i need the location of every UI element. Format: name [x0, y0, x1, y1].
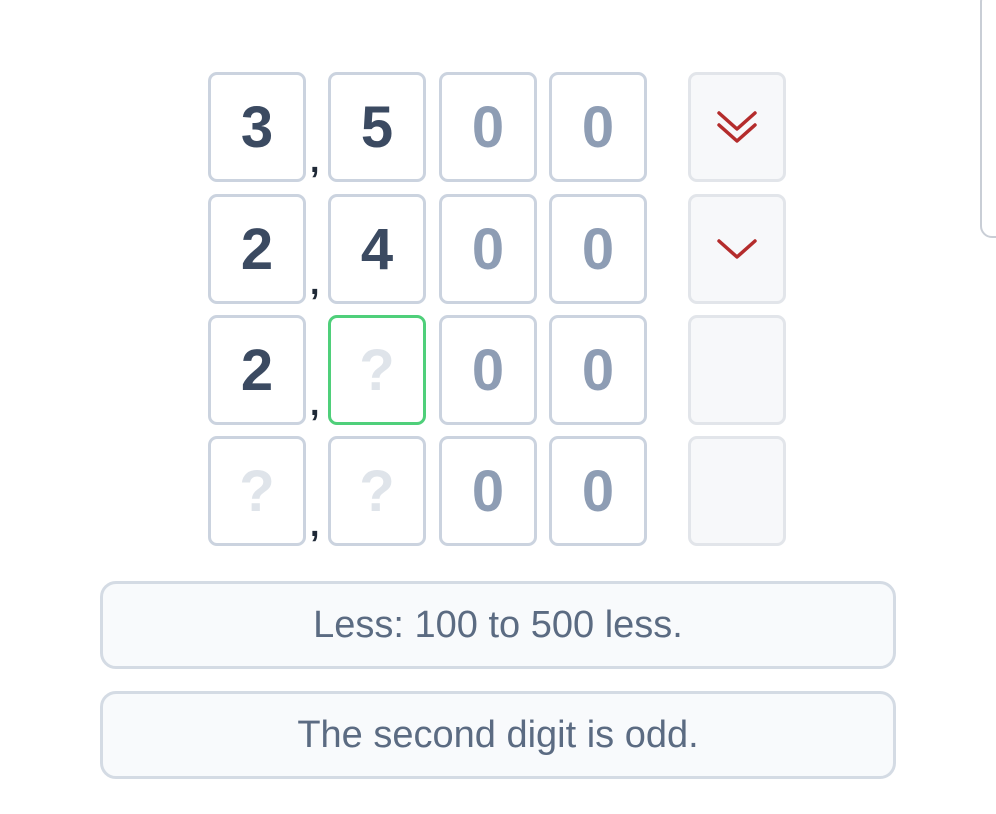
digit-cell[interactable]: 0: [549, 194, 647, 304]
thousands-separator: ,: [310, 385, 320, 423]
digit-cell-active[interactable]: ?: [328, 315, 426, 425]
guess-row-4: ? , ? 0 0: [208, 436, 798, 546]
chevron-down-icon: [717, 239, 757, 259]
hint-indicator-empty: [688, 436, 786, 546]
digit-cell[interactable]: 0: [439, 315, 537, 425]
guess-row-1: 3 , 5 0 0: [208, 72, 798, 182]
digit-cell[interactable]: 0: [549, 315, 647, 425]
thousands-separator: ,: [310, 506, 320, 544]
hint-indicator: [688, 194, 786, 304]
digit-cell[interactable]: 0: [549, 72, 647, 182]
digit-cell[interactable]: ?: [328, 436, 426, 546]
thousands-separator: ,: [310, 264, 320, 302]
guess-row-2: 2 , 4 0 0: [208, 194, 798, 304]
digit-cell[interactable]: 5: [328, 72, 426, 182]
clue-box: The second digit is odd.: [100, 691, 896, 779]
digit-cell[interactable]: 2: [208, 315, 306, 425]
clue-box: Less: 100 to 500 less.: [100, 581, 896, 669]
hint-indicator-empty: [688, 315, 786, 425]
digit-cell[interactable]: 0: [439, 436, 537, 546]
side-panel-edge: [980, 0, 996, 238]
digit-cell[interactable]: 2: [208, 194, 306, 304]
digit-cell[interactable]: 3: [208, 72, 306, 182]
guess-row-3: 2 , ? 0 0: [208, 315, 798, 425]
digit-cell[interactable]: 0: [549, 436, 647, 546]
digit-cell[interactable]: 0: [439, 194, 537, 304]
double-chevron-down-icon: [717, 111, 757, 143]
digit-cell[interactable]: 4: [328, 194, 426, 304]
game-screen: 3 , 5 0 0 2 , 4 0 0 2 , ? 0 0 ? , ? 0 0 …: [0, 0, 996, 814]
hint-indicator: [688, 72, 786, 182]
digit-cell[interactable]: ?: [208, 436, 306, 546]
thousands-separator: ,: [310, 142, 320, 180]
digit-cell[interactable]: 0: [439, 72, 537, 182]
